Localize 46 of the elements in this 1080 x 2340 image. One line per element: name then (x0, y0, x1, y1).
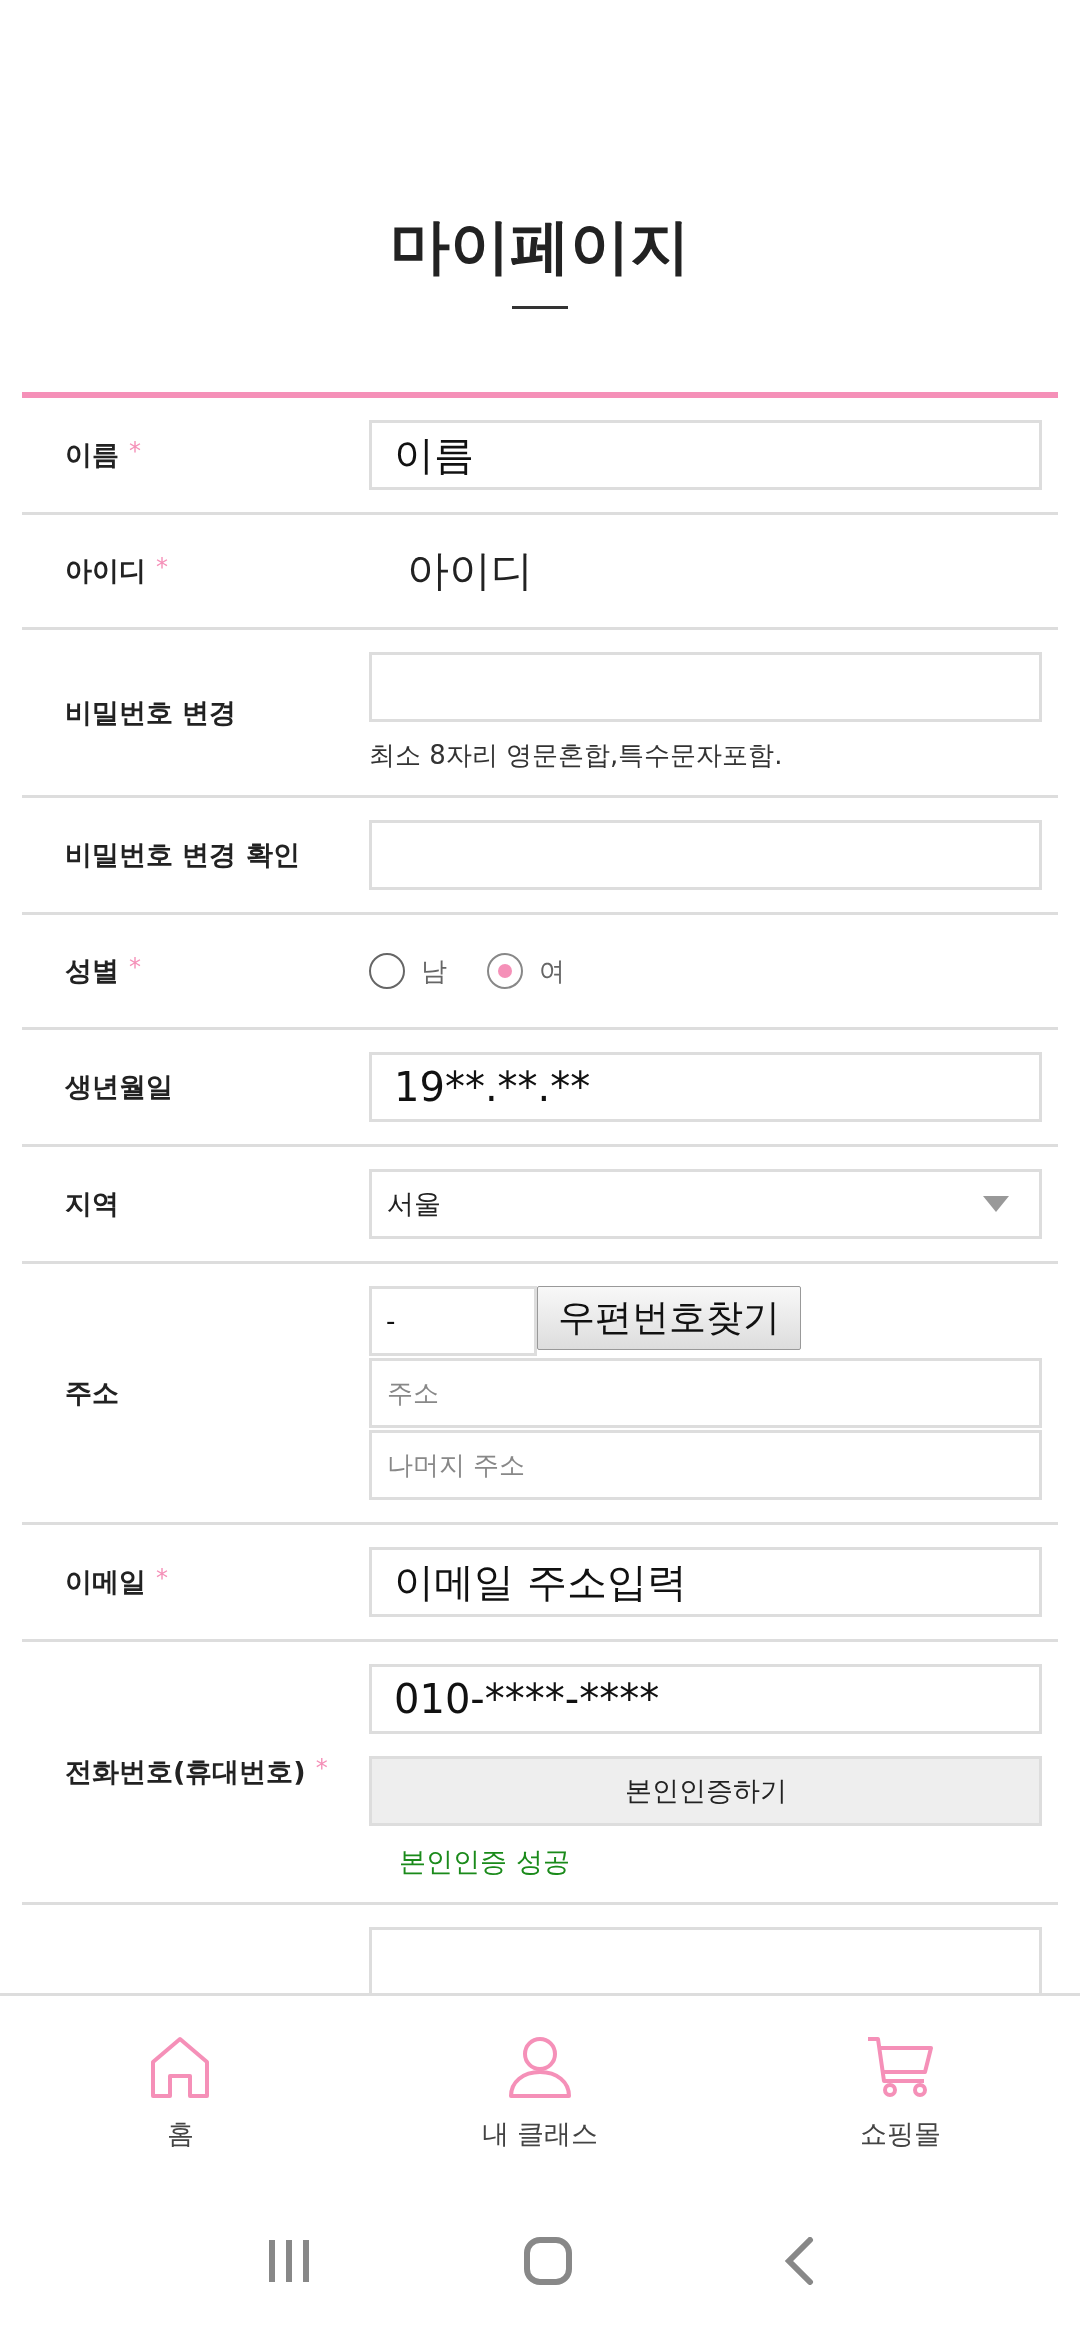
required-mark: * (156, 553, 168, 581)
field-label: 전화번호(휴대번호) (65, 1755, 306, 1789)
radio-button[interactable] (369, 953, 405, 989)
address-field[interactable]: 주소 (369, 1358, 1042, 1428)
id-text: 아이디 (406, 545, 534, 597)
postcode-field[interactable]: - (369, 1286, 537, 1356)
radio-label[interactable]: 여 (539, 953, 565, 989)
phone-field[interactable]: 010-****-**** (369, 1664, 1042, 1734)
required-mark: * (129, 953, 141, 981)
required-mark: * (129, 437, 141, 465)
text-field[interactable] (369, 652, 1042, 722)
verify-status: 본인인증 성공 (399, 1845, 571, 1879)
tab-item[interactable]: 홈 (0, 1996, 360, 2182)
field-label: 아이디 (65, 554, 146, 588)
dropdown-arrow-icon (983, 1196, 1009, 1212)
tab-item[interactable]: 내 클래스 (360, 1996, 720, 2182)
required-mark: * (315, 1754, 328, 1782)
home-icon (150, 2036, 210, 2098)
text-field[interactable]: 이메일 주소입력 (369, 1547, 1042, 1617)
tab-item[interactable]: 쇼핑몰 (720, 1996, 1080, 2182)
field-label: 비밀번호 변경 (65, 695, 237, 730)
verify-button[interactable]: 본인인증하기 (369, 1756, 1042, 1826)
cart-icon (866, 2036, 934, 2098)
detail-address-field[interactable]: 나머지 주소 (369, 1430, 1042, 1500)
region-dropdown[interactable]: 서울 (369, 1169, 1042, 1239)
field-label: 이메일 (65, 1565, 146, 1599)
text-field[interactable] (369, 1927, 1042, 1993)
field-label: 지역 (65, 1187, 119, 1221)
field-label: 비밀번호 변경 확인 (65, 838, 300, 872)
radio-button[interactable] (487, 953, 523, 989)
back-icon[interactable] (784, 2237, 815, 2285)
help-text: 최소 8자리 영문혼합,특수문자포함. (369, 739, 784, 772)
text-field[interactable]: 이름 (369, 420, 1042, 490)
postcode-search-button[interactable]: 우편번호찾기 (537, 1286, 801, 1350)
field-label: 이름 (65, 438, 119, 472)
field-label: 주소 (65, 1376, 119, 1410)
home-button-icon[interactable] (523, 2236, 573, 2286)
text-field[interactable]: 19**.**.** (369, 1052, 1042, 1122)
field-label: 생년월일 (65, 1070, 173, 1104)
field-label: 성별 (65, 954, 119, 988)
radio-label[interactable]: 남 (421, 953, 447, 989)
required-mark: * (156, 1564, 168, 1592)
page-title: 마이페이지 (390, 210, 690, 283)
person-icon (508, 2036, 572, 2098)
dropdown-value: 서울 (387, 1187, 441, 1221)
text-field[interactable] (369, 820, 1042, 890)
